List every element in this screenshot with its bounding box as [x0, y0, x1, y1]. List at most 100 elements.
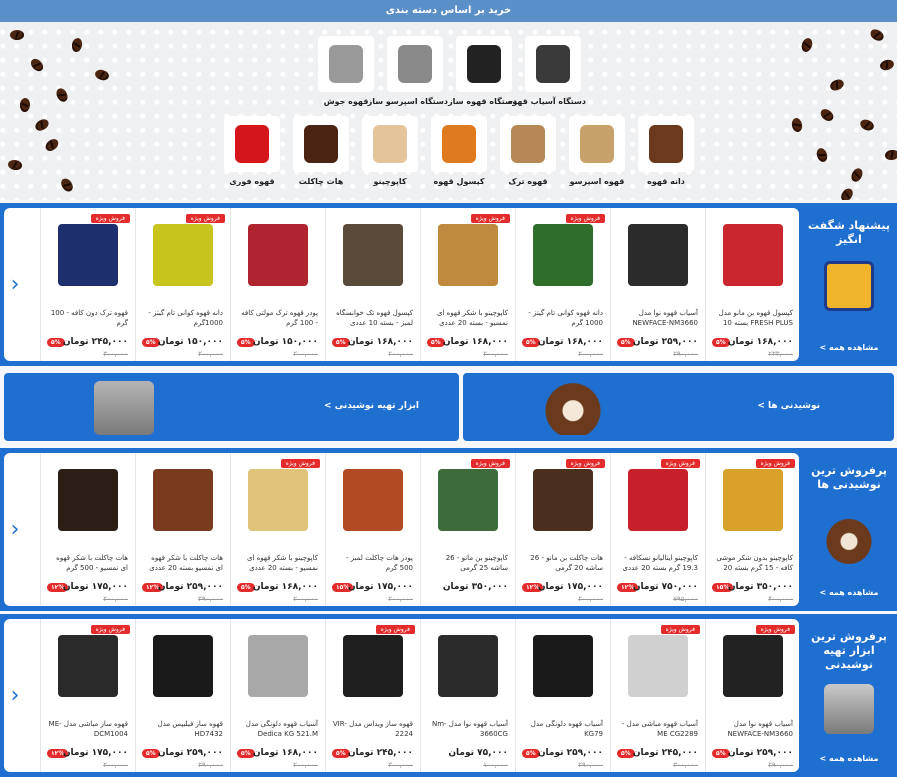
- product-price: ۱۷۵,۰۰۰ تومان: [62, 582, 128, 592]
- category-item[interactable]: دستگاه قهوه ساز: [448, 36, 517, 106]
- product-name[interactable]: آسیاب قهوه نوا مدل NEWFACE-NM3660: [712, 719, 793, 739]
- product-image: [533, 224, 593, 286]
- product-card[interactable]: آسیاب قهوه دلونگی مدل KG79 ۵% ۲۵۹,۰۰۰ توما…: [515, 619, 609, 772]
- product-name[interactable]: آسیاب قهوه دلونگی مدل KG79: [522, 719, 603, 739]
- product-card[interactable]: هات چاکلت با شکر قهوه ای نمسیو بسته 20 ع…: [135, 453, 229, 606]
- category-item[interactable]: دستگاه اسپرسو ساز: [368, 36, 448, 106]
- old-price: ۱۰۰,۰۰۰: [483, 761, 508, 769]
- product-card[interactable]: فروش ویژه کاپوچینو بن مانو - 26 ساشه 25 گ…: [420, 453, 514, 606]
- product-name[interactable]: هات چاکلت بن مانو - 26 ساشه 20 گرمی: [522, 553, 603, 573]
- coffee-bean-icon: [28, 56, 46, 74]
- category-item[interactable]: کپسول قهوه: [426, 116, 492, 186]
- product-image: [58, 469, 118, 531]
- product-name[interactable]: هات چاکلت با شکر قهوه ای نمسیو بسته 20 ع…: [142, 553, 223, 573]
- product-carousel: فروش ویژه کاپوچینو بدون شکر موشی کافه - 1…: [4, 453, 799, 606]
- product-name[interactable]: کپسول قهوه بن مانو مدل FRESH PLUS بسته 1…: [712, 308, 793, 328]
- product-name[interactable]: پودر قهوه ترک مولتی کافه - 100 گرم: [237, 308, 318, 328]
- best-selling-drinks-section: پرفروش ترین نوشیدنی ها مشاهده همه > فروش…: [0, 448, 897, 611]
- product-price: ۲۵۹,۰۰۰ تومان: [157, 582, 223, 592]
- category-item[interactable]: قهوه ترک: [495, 116, 561, 186]
- product-card[interactable]: فروش ویژه کاپوچینو با شکر قهوه ای نمسیو -…: [230, 453, 324, 606]
- product-image: [58, 635, 118, 697]
- product-price: ۱۵۰,۰۰۰ تومان: [157, 337, 223, 347]
- product-image: [58, 224, 118, 286]
- product-card[interactable]: فروش ویژه کاپوچینو ایتالیانو نسکافه - 19.…: [610, 453, 704, 606]
- product-image: [248, 469, 308, 531]
- cappuccino-icon: [362, 116, 418, 172]
- product-name[interactable]: آسیاب قهوه مباشی مدل -ME CG2289: [617, 719, 698, 739]
- product-price: ۱۶۸,۰۰۰ تومان: [442, 337, 508, 347]
- product-card[interactable]: کپسول قهوه تک خوانسگاه لمبز - بسته 10 عد…: [325, 208, 419, 361]
- product-card[interactable]: فروش ویژه قهوه ساز ویداس مدل VIR-2224 ۵% ۲۴…: [325, 619, 419, 772]
- product-name[interactable]: قهوه ساز ویداس مدل VIR-2224: [332, 719, 413, 739]
- product-name[interactable]: قهوه ترک دون کافه - 100 گرم: [47, 308, 128, 328]
- coffee-bean-icon: [33, 117, 51, 133]
- category-label: قهوه ترک: [508, 177, 548, 186]
- promo-tools[interactable]: ابزار تهیه نوشیدنی >: [4, 373, 459, 441]
- category-item[interactable]: دانه قهوه: [633, 116, 699, 186]
- product-name[interactable]: هات چاکلت با شکر قهوه ای نمسیو - 500 گرم: [47, 553, 128, 573]
- product-name[interactable]: آسیاب قهوه نوا مدل Nm-3660CG: [427, 719, 508, 739]
- product-card[interactable]: فروش ویژه قهوه ترک دون کافه - 100 گرم ۵% ۲۴…: [40, 208, 134, 361]
- sale-badge: فروش ویژه: [660, 459, 700, 468]
- category-label: دستگاه آسیاب قهوه: [507, 97, 586, 106]
- product-name[interactable]: آسیاب قهوه نوا مدل NEWFACE-NM3660: [617, 308, 698, 328]
- product-name[interactable]: کپسول قهوه تک خوانسگاه لمبز - بسته 10 عد…: [332, 308, 413, 328]
- product-price: ۱۷۵,۰۰۰ تومان: [537, 582, 603, 592]
- product-name[interactable]: قهوه ساز مباشی مدل -ME DCM1004: [47, 719, 128, 739]
- view-all-button[interactable]: مشاهده همه >: [801, 588, 897, 597]
- carousel-prev-arrow-icon[interactable]: ‹: [8, 270, 22, 300]
- category-item[interactable]: قهوه فوری: [219, 116, 285, 186]
- product-card[interactable]: فروش ویژه قهوه ساز مباشی مدل -ME DCM1004 ۱…: [40, 619, 134, 772]
- espresso-machine-icon: [94, 381, 154, 435]
- coffee-bean-icon: [828, 77, 846, 93]
- category-item[interactable]: کاپوچینو: [357, 116, 423, 186]
- product-card[interactable]: فروش ویژه آسیاب قهوه مباشی مدل -ME CG2289…: [610, 619, 704, 772]
- category-item[interactable]: قهوه جوش: [313, 36, 379, 106]
- product-card[interactable]: کپسول قهوه بن مانو مدل FRESH PLUS بسته 1…: [705, 208, 799, 361]
- promo-drinks[interactable]: نوشیدنی ها >: [463, 373, 894, 441]
- product-name[interactable]: آسیاب قهوه دلونگی مدل Dedica KG 521.M: [237, 719, 318, 739]
- old-price: ۳۰۰,۰۰۰: [388, 761, 413, 769]
- product-card[interactable]: فروش ویژه دانه قهوه کوانی تام گیتز - 1000…: [135, 208, 229, 361]
- product-name[interactable]: کاپوچینو ایتالیانو نسکافه - 19.3 گرم بست…: [617, 553, 698, 573]
- coffee-bean-icon: [818, 106, 836, 124]
- product-card[interactable]: فروش ویژه کاپوچینو با شکر قهوه ای نمسیو -…: [420, 208, 514, 361]
- product-card[interactable]: فروش ویژه دانه قهوه کوانی تام گیتز - 1000…: [515, 208, 609, 361]
- product-price: ۲۵۹,۰۰۰ تومان: [157, 748, 223, 758]
- product-name[interactable]: دانه قهوه کوانی تام گیتز - 1000گرم: [142, 308, 223, 328]
- category-label: قهوه جوش: [323, 97, 369, 106]
- best-selling-tools-section: پرفروش ترین ابزار تهیه نوشیدنی مشاهده هم…: [0, 614, 897, 777]
- product-name[interactable]: قهوه ساز فیلیپس مدل HD7432: [142, 719, 223, 739]
- old-price: ۲۰۰,۰۰۰: [103, 595, 128, 603]
- carousel-prev-arrow-icon[interactable]: ‹: [8, 515, 22, 545]
- product-card[interactable]: فروش ویژه آسیاب قهوه نوا مدل NEWFACE-NM36…: [705, 619, 799, 772]
- product-name[interactable]: دانه قهوه کوانی تام گیتز - 1000 گرم: [522, 308, 603, 328]
- product-name[interactable]: کاپوچینو با شکر قهوه ای نمسیو - بسته 20 …: [237, 553, 318, 573]
- old-price: ۲۹۰,۰۰۰: [578, 761, 603, 769]
- category-item[interactable]: قهوه اسپرسو: [564, 116, 630, 186]
- carousel-prev-arrow-icon[interactable]: ‹: [8, 681, 22, 711]
- section-title: پیشنهاد شگفت انگیز: [808, 219, 890, 246]
- product-card[interactable]: فروش ویژه هات چاکلت بن مانو - 26 ساشه 20 …: [515, 453, 609, 606]
- category-item[interactable]: هات چاکلت: [288, 116, 354, 186]
- view-all-button[interactable]: مشاهده همه >: [801, 343, 897, 352]
- product-card[interactable]: پودر هات چاکلت لمبز - 500 گرم ۱۵% ۱۷۵,۰۰۰ …: [325, 453, 419, 606]
- product-card[interactable]: آسیاب قهوه نوا مدل NEWFACE-NM3660 ۵% ۲۵۹,۰…: [610, 208, 704, 361]
- product-card[interactable]: آسیاب قهوه نوا مدل Nm-3660CG ۷۵,۰۰۰ تومان…: [420, 619, 514, 772]
- view-all-button[interactable]: مشاهده همه >: [801, 754, 897, 763]
- product-price: ۱۵۰,۰۰۰ تومان: [252, 337, 318, 347]
- product-card[interactable]: فروش ویژه کاپوچینو بدون شکر موشی کافه - 1…: [705, 453, 799, 606]
- product-name[interactable]: پودر هات چاکلت لمبز - 500 گرم: [332, 553, 413, 573]
- product-name[interactable]: کاپوچینو با شکر قهوه ای نمسیو - بسته 20 …: [427, 308, 508, 328]
- category-item[interactable]: دستگاه آسیاب قهوه: [507, 36, 586, 106]
- product-card[interactable]: هات چاکلت با شکر قهوه ای نمسیو - 500 گرم…: [40, 453, 134, 606]
- category-label: قهوه فوری: [229, 177, 275, 186]
- product-card[interactable]: پودر قهوه ترک مولتی کافه - 100 گرم ۵% ۱۵۰,…: [230, 208, 324, 361]
- product-name[interactable]: کاپوچینو بن مانو - 26 ساشه 25 گرمی: [427, 553, 508, 573]
- product-image: [438, 224, 498, 286]
- product-card[interactable]: آسیاب قهوه دلونگی مدل Dedica KG 521.M ۵% ۱…: [230, 619, 324, 772]
- old-price: ۲۹۰,۰۰۰: [673, 350, 698, 358]
- product-card[interactable]: قهوه ساز فیلیپس مدل HD7432 ۵% ۲۵۹,۰۰۰ توما…: [135, 619, 229, 772]
- product-name[interactable]: کاپوچینو بدون شکر موشی کافه - 15 گرم بست…: [712, 553, 793, 573]
